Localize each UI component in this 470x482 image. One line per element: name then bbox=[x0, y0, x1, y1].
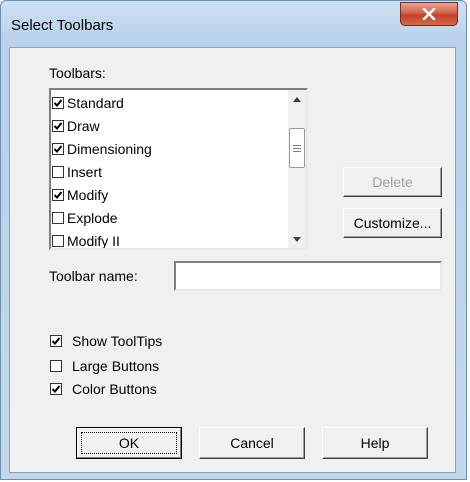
help-button[interactable]: Help bbox=[322, 427, 428, 459]
toolbars-listbox[interactable]: Standard Draw Dimensioning Insert Modify… bbox=[49, 88, 308, 250]
cancel-button[interactable]: Cancel bbox=[199, 427, 305, 459]
list-item-label: Draw bbox=[67, 117, 100, 134]
checkbox[interactable] bbox=[52, 96, 64, 109]
window-title: Select Toolbars bbox=[11, 17, 114, 34]
customize-button[interactable]: Customize... bbox=[343, 208, 442, 238]
list-item[interactable]: Standard bbox=[52, 91, 288, 114]
checkbox[interactable] bbox=[52, 142, 64, 155]
grip-icon bbox=[293, 144, 301, 152]
list-item[interactable]: Dimensioning bbox=[52, 137, 288, 160]
toolbar-name-input[interactable] bbox=[174, 261, 442, 291]
list-item-label: Modify bbox=[67, 186, 109, 203]
close-button[interactable] bbox=[400, 2, 458, 26]
checkbox[interactable] bbox=[52, 188, 64, 201]
show-tooltips-label: Show ToolTips bbox=[72, 333, 163, 349]
list-item-label: Dimensioning bbox=[67, 140, 152, 157]
triangle-up-icon bbox=[293, 96, 301, 102]
large-buttons-checkbox[interactable] bbox=[50, 360, 62, 372]
checkbox[interactable] bbox=[52, 211, 64, 224]
list-item[interactable]: Insert bbox=[52, 160, 288, 183]
show-tooltips-checkbox[interactable] bbox=[50, 335, 62, 347]
vertical-scrollbar[interactable] bbox=[288, 90, 306, 248]
focus-ring bbox=[81, 432, 177, 454]
close-icon bbox=[422, 8, 436, 20]
toolbar-name-label: Toolbar name: bbox=[49, 268, 138, 284]
toolbars-label: Toolbars: bbox=[49, 65, 106, 81]
triangle-down-icon bbox=[293, 236, 301, 242]
ok-button[interactable]: OK bbox=[76, 427, 182, 459]
checkmark-icon bbox=[53, 190, 63, 199]
large-buttons-label: Large Buttons bbox=[72, 358, 160, 374]
dialog-body: Toolbars: Standard Draw Dimensioning Ins… bbox=[9, 47, 456, 473]
color-buttons-option[interactable]: Color Buttons bbox=[50, 379, 157, 399]
list-item[interactable]: Modify II bbox=[52, 229, 288, 249]
show-tooltips-option[interactable]: Show ToolTips bbox=[50, 331, 162, 351]
checkmark-icon bbox=[51, 385, 61, 393]
checkmark-icon bbox=[53, 121, 63, 130]
title-bar[interactable]: Select Toolbars bbox=[1, 1, 466, 47]
list-item[interactable]: Draw bbox=[52, 114, 288, 137]
scrollbar-thumb[interactable] bbox=[289, 128, 305, 168]
color-buttons-checkbox[interactable] bbox=[50, 383, 62, 395]
dialog-window: Select Toolbars Toolbars: Standard Draw … bbox=[0, 0, 467, 480]
list-item-label: Standard bbox=[67, 94, 124, 111]
list-item-label: Insert bbox=[67, 163, 103, 180]
checkmark-icon bbox=[53, 98, 63, 107]
list-item[interactable]: Modify bbox=[52, 183, 288, 206]
checkbox[interactable] bbox=[52, 119, 64, 132]
list-item[interactable]: Explode bbox=[52, 206, 288, 229]
color-buttons-label: Color Buttons bbox=[72, 381, 157, 397]
scroll-up-button[interactable] bbox=[288, 90, 306, 108]
list-item-label: Modify II bbox=[67, 232, 120, 249]
checkmark-icon bbox=[53, 144, 63, 153]
checkbox[interactable] bbox=[52, 165, 64, 178]
list-item-label: Explode bbox=[67, 209, 118, 226]
checkbox[interactable] bbox=[52, 234, 64, 247]
delete-button[interactable]: Delete bbox=[343, 167, 442, 197]
large-buttons-option[interactable]: Large Buttons bbox=[50, 356, 159, 376]
checkmark-icon bbox=[51, 337, 61, 345]
scroll-down-button[interactable] bbox=[288, 230, 306, 248]
